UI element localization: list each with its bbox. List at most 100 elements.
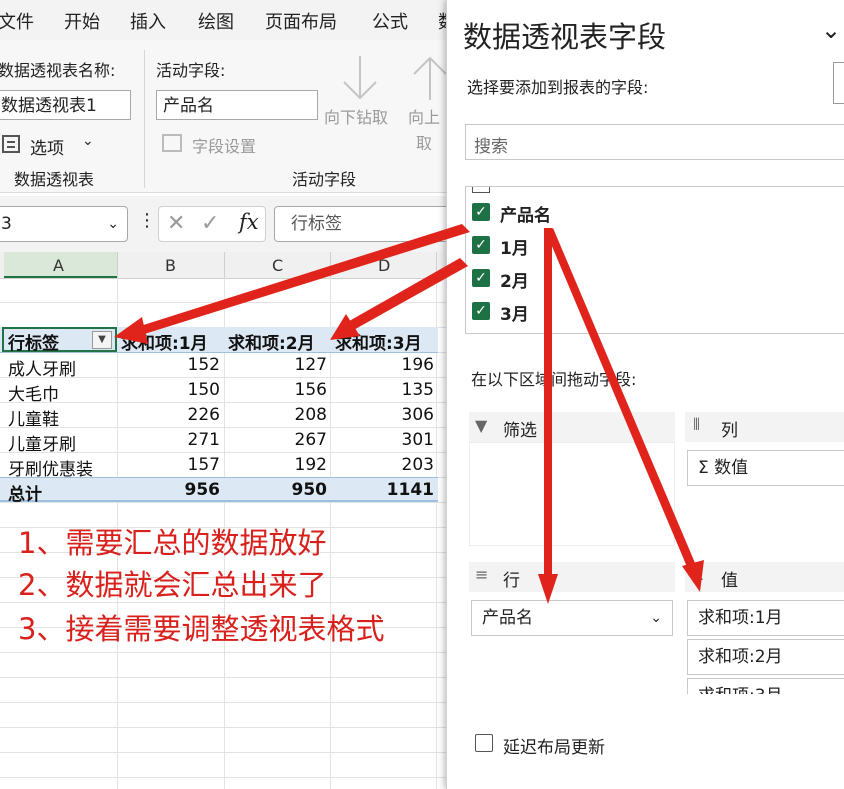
row-name: 成人牙刷 [8,360,76,380]
ribbon-tab-bar: 文件 开始 插入 绘图 页面布局 公式 数 [0,0,456,40]
pane-title: 数据透视表字段 [463,20,667,54]
column-header-a[interactable]: A [53,256,64,275]
defer-checkbox[interactable] [475,734,493,752]
field-item[interactable]: 1月 [500,234,529,259]
total-value: 950 [291,480,328,500]
tab-insert[interactable]: 插入 [130,8,166,34]
cell-value: 192 [294,455,327,475]
columns-zone-header: ⦀ 列 [685,412,844,442]
options-button[interactable]: 选项 ⌄ [0,133,110,159]
checkbox-checked-icon[interactable]: ✓ [472,269,490,287]
cell-value: 135 [401,380,434,400]
field-checkbox-hidden[interactable] [472,187,490,193]
pivot-name-label: 数据透视表名称: [0,61,116,80]
arrow-up-icon [413,56,446,100]
filters-drop-area[interactable] [469,442,675,546]
columns-label: 列 [721,421,738,441]
filter-dropdown-icon[interactable]: ▼ [92,331,112,349]
arrow-down-icon [343,56,377,100]
cell-value: 196 [401,355,434,375]
cell-value: 127 [294,355,327,375]
values-zone-header: Σ 值 [685,562,844,592]
total-label: 总计 [8,485,42,505]
tab-page-layout[interactable]: 页面布局 [265,8,337,34]
tab-file[interactable]: 文件 [0,8,34,34]
row-label-header: 行标签 [8,334,59,354]
field-settings-icon [162,134,182,152]
cell-value: 150 [187,380,220,400]
rows-item[interactable]: 产品名 ⌄ [471,600,673,636]
annotation-1: 1、需要汇总的数据放好 [18,526,327,560]
field-settings-button[interactable]: 字段设置 [162,132,312,156]
column-headers: A B C D [0,252,446,279]
chevron-down-icon: ⌄ [82,133,94,149]
cell-value: 152 [187,355,220,375]
confirm-icon[interactable]: ✓ [201,211,219,236]
settings-dropdown-button[interactable] [833,62,844,104]
options-label: 选项 [30,139,64,159]
rows-icon: ≡ [475,565,489,584]
column-header-jan: 求和项:1月 [121,334,208,354]
cell-value: 208 [294,405,327,425]
chevron-down-icon[interactable]: ⌄ [650,601,662,635]
tab-formulas[interactable]: 公式 [372,8,408,34]
field-settings-label: 字段设置 [192,137,257,156]
cell-value: 226 [187,405,220,425]
values-item[interactable]: 求和项:2月 [687,639,844,675]
drill-up-label: 向上 [408,108,441,127]
defer-update-label: 延迟布局更新 [503,738,605,758]
rows-zone-header: ≡ 行 [469,562,675,592]
cell-value: 203 [401,455,434,475]
annotation-2: 2、数据就会汇总出来了 [18,568,327,602]
cell-value: 301 [401,430,434,450]
cell-value: 271 [187,430,220,450]
field-list[interactable]: ✓ 产品名 ✓ 1月 ✓ 2月 ✓ 3月 [465,186,844,334]
search-input[interactable]: 搜索 [465,124,844,160]
fx-icon[interactable]: fx [239,210,259,234]
columns-item[interactable]: Σ 数值 [687,450,844,486]
columns-icon: ⦀ [693,415,701,434]
cell-value: 306 [401,405,434,425]
drill-down-label: 向下钻取 [324,108,389,127]
field-item[interactable]: 2月 [500,267,529,292]
checkbox-checked-icon[interactable]: ✓ [472,236,490,254]
drill-down-button[interactable]: 向下钻取 [322,50,402,130]
cancel-icon[interactable]: ✕ [167,211,185,236]
filters-label: 筛选 [503,421,537,441]
column-header-d[interactable]: D [378,256,390,275]
filter-icon: ▼ [475,416,488,435]
sigma-icon: Σ [693,565,704,585]
column-header-feb: 求和项:2月 [228,334,315,354]
choose-fields-label: 选择要添加到报表的字段: [467,78,649,97]
more-icon: ⋮ [138,210,156,231]
formula-buttons: ✕ ✓ fx [158,206,266,242]
column-header-b[interactable]: B [165,256,176,275]
field-item[interactable]: 产品名 [500,201,551,226]
drill-up-button[interactable]: 向上 取 [404,50,446,150]
pivot-name-input[interactable]: 数据透视表1 [0,90,131,120]
values-item[interactable]: 求和项:3月 [687,678,844,694]
checkbox-checked-icon[interactable]: ✓ [472,203,490,221]
rows-item-label: 产品名 [482,608,533,628]
active-field-input[interactable]: 产品名 [156,90,318,120]
column-header-c[interactable]: C [272,256,283,275]
field-item[interactable]: 3月 [500,300,529,325]
values-item-clipped[interactable]: 求和项:3月 [687,678,844,694]
drill-up-label-2: 取 [416,134,433,150]
row-name: 儿童牙刷 [8,435,76,455]
row-name: 儿童鞋 [8,410,59,430]
tab-draw[interactable]: 绘图 [198,8,234,34]
total-value: 1141 [386,480,434,500]
cell-value: 267 [294,430,327,450]
chevron-down-icon[interactable]: ⌄ [821,16,841,44]
name-box[interactable]: 3 ⌄ [0,206,128,242]
chevron-down-icon: ⌄ [107,216,119,232]
values-item[interactable]: 求和项:1月 [687,600,844,636]
checkbox-checked-icon[interactable]: ✓ [472,302,490,320]
group-label-pivot: 数据透视表 [14,170,95,189]
tab-home[interactable]: 开始 [64,8,100,34]
group-label-active-field: 活动字段 [292,170,357,189]
formula-input[interactable]: 行标签 [274,206,454,242]
total-value: 956 [184,480,221,500]
ribbon-body: 数据透视表名称: 数据透视表1 选项 ⌄ 数据透视表 活动字段: 产品名 字段设… [0,40,446,193]
